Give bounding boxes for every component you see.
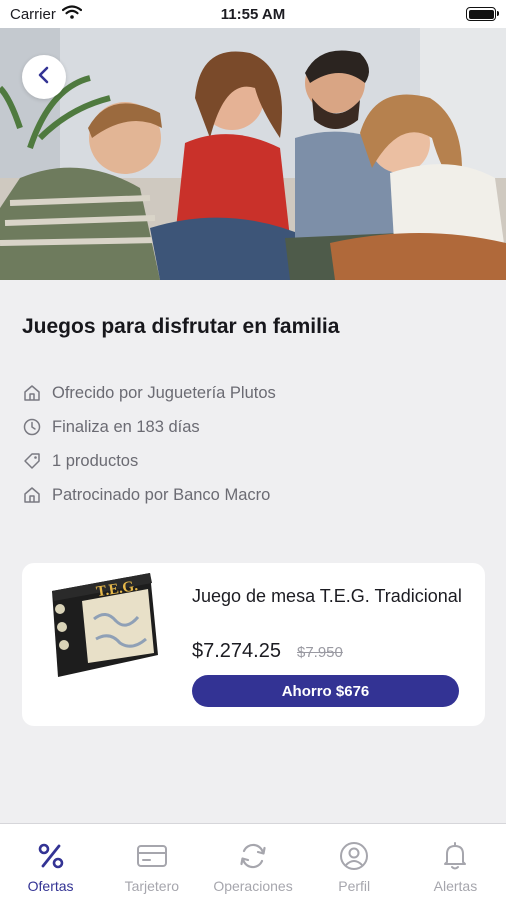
info-text: Patrocinado por Banco Macro (52, 485, 271, 504)
tab-label: Alertas (433, 878, 478, 894)
store-icon (22, 485, 42, 505)
battery-icon (466, 7, 499, 21)
tag-icon (22, 451, 42, 471)
chevron-left-icon (37, 66, 51, 89)
price-row: $7.274.25 $7.950 (192, 640, 343, 663)
bottom-tab-bar: Ofertas Tarjetero Operaciones Perfil Ale… (0, 823, 506, 900)
refresh-icon (238, 840, 268, 872)
status-bar: Carrier 11:55 AM (0, 0, 506, 28)
hero-image (0, 28, 506, 280)
tab-perfil[interactable]: Perfil (304, 824, 405, 900)
family-photo (0, 28, 506, 280)
info-text: 1 productos (52, 451, 139, 470)
clock-icon (22, 417, 42, 437)
tab-label: Ofertas (27, 878, 74, 894)
tab-label: Perfil (338, 878, 371, 894)
store-icon (22, 383, 42, 403)
carrier-label: Carrier (10, 5, 56, 23)
tab-label: Operaciones (213, 878, 293, 894)
percent-icon (37, 840, 65, 872)
back-button[interactable] (22, 55, 66, 99)
tab-operaciones[interactable]: Operaciones (202, 824, 303, 900)
wifi-icon (61, 5, 82, 23)
tab-label: Tarjetero (124, 878, 180, 894)
tab-ofertas[interactable]: Ofertas (0, 824, 101, 900)
product-old-price: $7.950 (296, 644, 343, 661)
info-sponsor: Patrocinado por Banco Macro (22, 478, 276, 512)
product-price: $7.274.25 (192, 640, 281, 662)
offer-title: Juegos para disfrutar en familia (22, 315, 340, 338)
product-image: T.E.G. (52, 573, 158, 677)
info-ends-in: Finaliza en 183 días (22, 410, 276, 444)
info-product-count: 1 productos (22, 444, 276, 478)
product-card[interactable]: T.E.G. Juego de mesa T.E.G. Tradicional … (22, 563, 485, 726)
user-icon (339, 840, 369, 872)
tab-alertas[interactable]: Alertas (405, 824, 506, 900)
bell-icon (441, 840, 469, 872)
info-text: Ofrecido por Juguetería Plutos (52, 383, 276, 402)
card-icon (136, 840, 168, 872)
info-text: Finaliza en 183 días (52, 417, 200, 436)
savings-button[interactable]: Ahorro $676 (192, 675, 459, 707)
info-offered-by: Ofrecido por Juguetería Plutos (22, 376, 276, 410)
offer-info-list: Ofrecido por Juguetería Plutos Finaliza … (22, 376, 276, 512)
product-name: Juego de mesa T.E.G. Tradicional (192, 586, 462, 606)
tab-tarjetero[interactable]: Tarjetero (101, 824, 202, 900)
